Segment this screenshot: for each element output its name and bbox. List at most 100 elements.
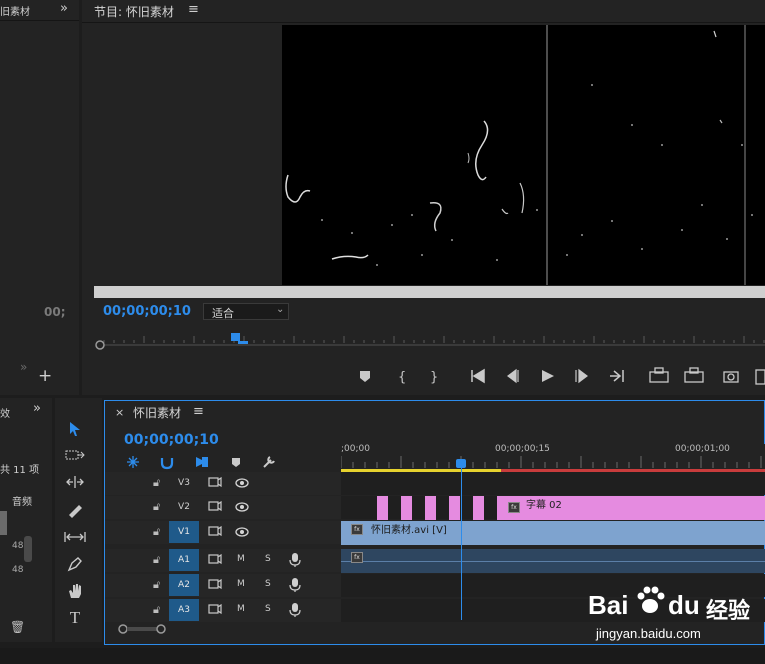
lock-icon[interactable]: 🔓︎ [153,578,160,592]
audio-clip[interactable]: fx [341,549,765,573]
in-point-handle[interactable] [95,340,105,350]
track-target-a2[interactable]: A2 [169,574,199,596]
list-item[interactable] [0,511,7,535]
caption-clip-area[interactable]: fx 字幕 02 [376,496,765,520]
program-timecode[interactable]: 00;00;00;10 [103,304,191,319]
track-target-v1[interactable]: V1 [169,521,199,543]
program-video-preview[interactable] [282,25,765,285]
panel-menu-icon[interactable]: ≡ [193,404,204,419]
watermark-url: jingyan.baidu.com [596,626,701,641]
program-playhead[interactable] [231,333,240,341]
microphone-icon[interactable] [289,577,301,593]
effects-title[interactable]: 效 [0,405,10,420]
caption-clip-segment[interactable] [473,496,484,520]
panel-title[interactable]: 旧素材 [0,3,30,18]
snap-icon [160,458,174,470]
timeline-playhead-handle[interactable] [456,459,466,468]
program-time-ruler[interactable] [94,330,765,350]
sync-lock-icon[interactable] [208,578,222,590]
svg-text:}: } [430,370,438,385]
timeline-time-ruler[interactable]: ;00;00 00;00;00;15 00;00;01;00 [341,444,765,474]
program-monitor-header: 节目: 怀旧素材 ≡ [82,0,765,23]
solo-button[interactable]: S [265,554,271,564]
mute-button[interactable]: M [237,604,245,614]
timeline-toolbar [122,454,282,470]
timeline-zoom-scrollbar[interactable] [118,624,166,634]
double-chevron-right-icon[interactable]: » [33,401,41,416]
source-timecode[interactable]: 00; [44,305,66,319]
lock-icon[interactable]: 🔓︎ [153,553,160,567]
double-chevron-right-icon[interactable]: » [60,1,68,16]
transport-controls: { } [350,364,765,388]
pen-tool-icon[interactable] [62,553,88,575]
panel-menu-icon[interactable]: ≡ [188,2,199,17]
lock-icon[interactable]: 🔓︎ [153,500,160,514]
plus-icon[interactable]: + [38,366,52,386]
lock-icon[interactable]: 🔓︎ [153,476,160,490]
razor-tool-icon[interactable] [62,499,88,521]
sync-lock-icon[interactable] [208,476,222,488]
track-header-a2[interactable]: 🔓︎ A2 M S [105,574,341,597]
double-chevron-icon[interactable]: » [20,360,27,374]
sync-lock-icon[interactable] [208,603,222,615]
type-tool-icon[interactable]: T [62,607,88,629]
mute-button[interactable]: M [237,554,245,564]
caption-clip-segment[interactable] [449,496,460,520]
track-target-a3[interactable]: A3 [169,599,199,621]
solo-button[interactable]: S [265,604,271,614]
close-icon[interactable]: × [115,406,124,419]
lock-icon[interactable]: 🔓︎ [153,525,160,539]
program-scrub-strip[interactable] [94,286,765,298]
watermark-logo-cn: 经验 [706,598,751,623]
caption-clip-segment[interactable] [425,496,436,520]
program-title[interactable]: 节目: 怀旧素材 [94,3,174,20]
ripple-edit-tool-icon[interactable] [62,471,88,493]
slip-tool-icon[interactable] [62,526,88,548]
lock-icon[interactable]: 🔓︎ [153,603,160,617]
sync-lock-icon[interactable] [208,525,222,537]
track-lane-v3[interactable] [341,472,765,495]
track-header-a3[interactable]: 🔓︎ A3 M S [105,599,341,622]
microphone-icon[interactable] [289,552,301,568]
scrollbar[interactable] [24,536,32,562]
trash-icon[interactable]: 🗑 [10,620,25,634]
selection-tool-icon[interactable] [62,418,88,440]
track-header-v1[interactable]: 🔓︎ V1 [105,521,341,544]
project-panel [0,0,79,395]
track-select-tool-icon[interactable] [62,444,88,466]
transport-icons: { } [360,367,765,385]
mute-button[interactable]: M [237,579,245,589]
timeline-playhead-line[interactable] [461,462,462,620]
eye-icon[interactable] [235,501,249,513]
microphone-icon[interactable] [289,602,301,618]
watermark-logo-text-b: du [668,590,700,620]
hand-tool-icon[interactable] [62,580,88,602]
video-clip-label: 怀旧素材.avi [V] [371,525,447,536]
fit-dropdown[interactable]: 适合 ⌄ [203,303,289,320]
track-header-v2[interactable]: 🔓︎ V2 [105,496,341,519]
sync-lock-icon[interactable] [208,500,222,512]
fx-badge: fx [508,502,520,513]
track-target-v2[interactable]: V2 [169,496,199,518]
timeline-title[interactable]: 怀旧素材 [133,404,181,421]
track-header-a1[interactable]: 🔓︎ A1 M S [105,549,341,572]
list-item[interactable]: 48 [12,565,23,575]
eye-icon[interactable] [235,526,249,538]
fx-badge: fx [351,552,363,563]
track-target-a1[interactable]: A1 [169,549,199,571]
program-playhead-tail [238,341,248,344]
caption-clip-segment[interactable] [377,496,388,520]
caption-clip-segment[interactable] [401,496,412,520]
track-header-v3[interactable]: 🔓︎ V3 [105,472,341,495]
list-item[interactable]: 48 [12,541,23,551]
column-header-audio[interactable]: 音频 [12,493,32,508]
wrench-icon [263,456,275,468]
sync-lock-icon[interactable] [208,553,222,565]
effects-panel: 效 » 共 11 项 音频 48 48 🗑 [0,398,52,642]
timeline-timecode[interactable]: 00;00;00;10 [124,432,219,448]
solo-button[interactable]: S [265,579,271,589]
eye-icon[interactable] [235,477,249,489]
paw-icon [637,586,665,613]
video-clip[interactable]: fx 怀旧素材.avi [V] [341,521,765,545]
track-target-v3[interactable]: V3 [169,472,199,494]
